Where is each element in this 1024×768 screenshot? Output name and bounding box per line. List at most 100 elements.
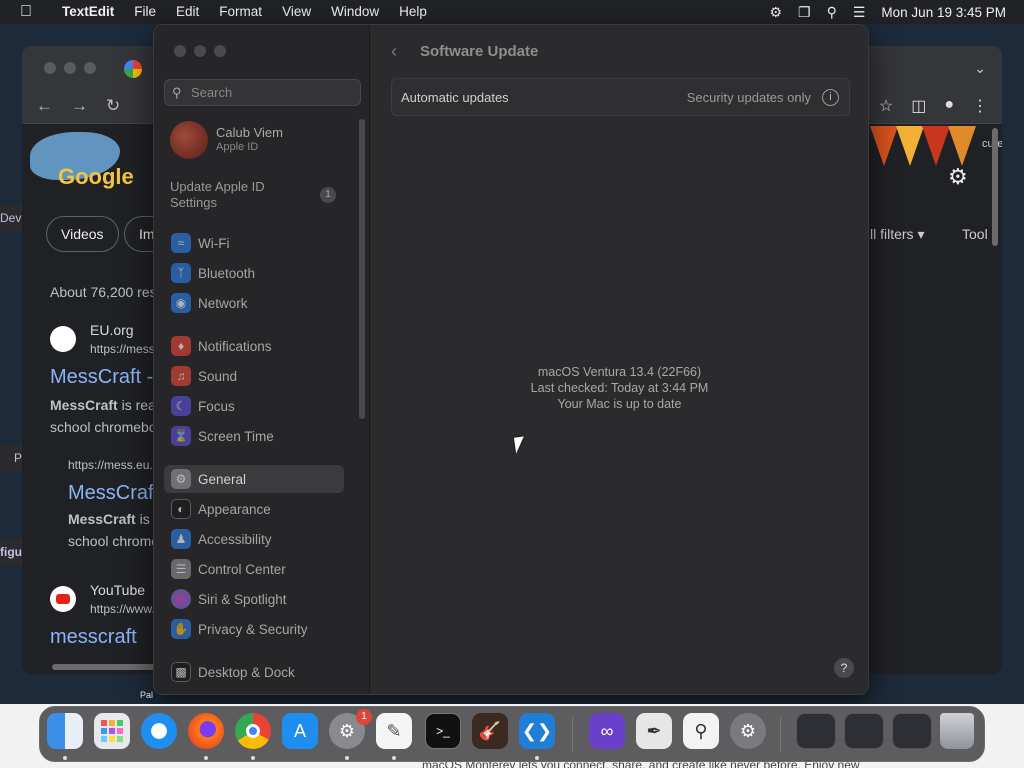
terminal-icon[interactable]: >_	[425, 713, 461, 749]
chrome-icon[interactable]	[235, 713, 271, 749]
youtube-favicon	[50, 586, 76, 612]
automatic-updates-value: Security updates only	[686, 90, 811, 105]
sidebar-item-label: Control Center	[198, 561, 286, 577]
control-center-icon[interactable]: ☰	[853, 4, 866, 21]
vertical-scrollbar[interactable]	[992, 128, 998, 246]
star-icon[interactable]: ☆	[879, 96, 893, 116]
sub-result-url[interactable]: https://mess.eu.	[68, 458, 153, 472]
app-store-icon[interactable]: A	[282, 713, 318, 749]
result-url[interactable]: https://www.	[90, 602, 155, 616]
sub-result-title-link[interactable]: MessCraf	[68, 482, 154, 505]
zoom-button[interactable]	[84, 62, 96, 74]
sidebar-item-label: Desktop & Dock	[198, 664, 295, 680]
preview-icon[interactable]: ⚲	[683, 713, 719, 749]
screen-mirror-icon[interactable]: ❐	[798, 4, 811, 21]
launchpad-icon[interactable]	[94, 713, 130, 749]
sidebar-item-bluetooth[interactable]: ᛉ Bluetooth	[164, 259, 344, 287]
sidebar-item-network[interactable]: ◉ Network	[164, 289, 344, 317]
google-tab-icon[interactable]	[124, 60, 142, 78]
help-button[interactable]: ?	[834, 658, 854, 678]
reload-icon[interactable]: ↻	[106, 96, 120, 116]
update-apple-id-settings[interactable]: Update Apple ID Settings	[170, 179, 280, 211]
menu-window[interactable]: Window	[321, 0, 389, 24]
info-icon[interactable]: i	[822, 89, 839, 106]
side-panel-icon[interactable]: ◫	[911, 96, 926, 116]
screen-time-icon[interactable]: ⚙	[769, 4, 782, 21]
firefox-icon[interactable]	[188, 713, 224, 749]
result-title-link[interactable]: messcraft	[50, 626, 137, 649]
trash-icon[interactable]	[940, 713, 974, 749]
settings-gear-icon[interactable]: ⚙	[730, 713, 766, 749]
zoom-button[interactable]	[214, 45, 226, 57]
snippet-bold: MessCraft	[68, 511, 136, 527]
close-button[interactable]	[174, 45, 186, 57]
menu-edit[interactable]: Edit	[166, 0, 209, 24]
menu-format[interactable]: Format	[209, 0, 272, 24]
search-input[interactable]: ⚲ Search	[164, 79, 361, 106]
sidebar-item-notifications[interactable]: ♦ Notifications	[164, 332, 344, 360]
accessibility-icon: ♟	[171, 529, 191, 549]
chevron-down-icon[interactable]: ⌄	[974, 60, 986, 77]
sidebar-item-accessibility[interactable]: ♟ Accessibility	[164, 525, 344, 553]
sidebar-item-sound[interactable]: ♫ Sound	[164, 362, 344, 390]
window-controls	[44, 62, 96, 74]
visual-studio-icon[interactable]: ∞	[589, 713, 625, 749]
sidebar-item-wifi[interactable]: ≈ Wi-Fi	[164, 229, 344, 257]
menu-file[interactable]: File	[124, 0, 166, 24]
spotlight-search-icon[interactable]: ⚲	[827, 4, 837, 21]
result-title-link[interactable]: MessCraft -	[50, 366, 153, 389]
sidebar-item-control-center[interactable]: ☰ Control Center	[164, 555, 344, 583]
sub-result-snippet: MessCraft is school chrome	[68, 508, 159, 552]
back-chevron-icon[interactable]: ‹	[391, 41, 397, 62]
garageband-icon[interactable]: 🎸	[472, 713, 508, 749]
window-thumbnail-1[interactable]	[796, 713, 836, 749]
menu-app-textedit[interactable]: TextEdit	[52, 0, 124, 24]
sidebar-item-focus[interactable]: ☾ Focus	[164, 392, 344, 420]
sidebar-item-privacy-security[interactable]: ✋ Privacy & Security	[164, 615, 344, 643]
gear-icon: ⚙	[171, 469, 191, 489]
background-window-sliver: P	[0, 444, 22, 472]
more-menu-icon[interactable]: ⋮	[972, 96, 988, 116]
back-arrow-icon[interactable]: ←	[36, 96, 53, 116]
sidebar-item-screen-time[interactable]: ⌛ Screen Time	[164, 422, 344, 450]
minimize-button[interactable]	[194, 45, 206, 57]
gear-icon[interactable]: ⚙	[948, 164, 968, 190]
dock: A ⚙ 1 ✎ >_ 🎸 ❮❯ ∞ ✒ ⚲ ⚙	[39, 706, 985, 762]
notification-badge: 1	[320, 187, 336, 203]
menubar-clock[interactable]: Mon Jun 19 3:45 PM	[881, 5, 1006, 20]
sidebar-scrollbar[interactable]	[359, 119, 365, 419]
menu-help[interactable]: Help	[389, 0, 437, 24]
chip-videos[interactable]: Videos	[46, 216, 119, 252]
google-doodle[interactable]: Google	[22, 126, 134, 196]
sidebar-item-general[interactable]: ⚙ General	[164, 465, 344, 493]
sidebar-item-appearance[interactable]: ◐ Appearance	[164, 495, 344, 523]
textedit-icon[interactable]: ✎	[376, 713, 412, 749]
result-url[interactable]: https://mess	[90, 342, 155, 356]
script-editor-icon[interactable]: ✒	[636, 713, 672, 749]
window-thumbnail-2[interactable]	[844, 713, 884, 749]
menu-view[interactable]: View	[272, 0, 321, 24]
sidebar-item-desktop-dock[interactable]: ▩ Desktop & Dock	[164, 658, 344, 686]
automatic-updates-row[interactable]: Automatic updates Security updates only …	[391, 78, 850, 116]
result-site-name[interactable]: YouTube	[90, 582, 145, 598]
dock-icon: ▩	[171, 662, 191, 682]
result-site-name[interactable]: EU.org	[90, 322, 134, 338]
result-snippet: MessCraft is rea school chromebo	[50, 394, 157, 438]
minimize-button[interactable]	[64, 62, 76, 74]
running-indicator	[63, 756, 67, 760]
sidebar-item-label: Siri & Spotlight	[198, 591, 287, 607]
apple-menu-icon[interactable]: 	[0, 3, 52, 21]
vscode-icon[interactable]: ❮❯	[519, 713, 555, 749]
automatic-updates-label: Automatic updates	[401, 90, 509, 105]
safari-icon[interactable]	[141, 713, 177, 749]
close-button[interactable]	[44, 62, 56, 74]
all-filters-button[interactable]: ll filters ▾	[870, 226, 924, 243]
tools-button[interactable]: Tool	[962, 226, 988, 242]
sidebar-item-siri-spotlight[interactable]: Siri & Spotlight	[164, 585, 344, 613]
profile-icon[interactable]: ●	[944, 96, 954, 116]
globe-icon: ◉	[171, 293, 191, 313]
doodle-logo-text: Google	[58, 164, 134, 189]
forward-arrow-icon[interactable]: →	[71, 96, 88, 116]
finder-icon[interactable]	[47, 713, 83, 749]
window-thumbnail-3[interactable]	[892, 713, 932, 749]
